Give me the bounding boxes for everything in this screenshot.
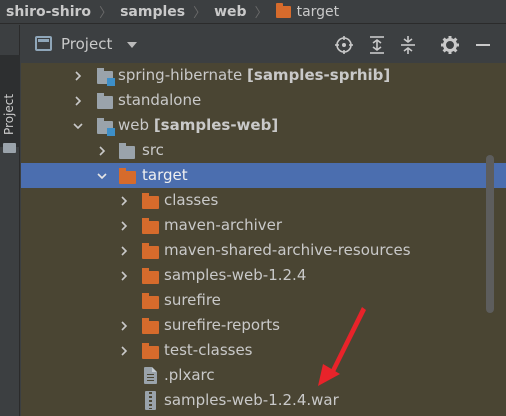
annotation-arrow-icon bbox=[318, 307, 366, 386]
ide-window: shiro-shiro 〉 samples 〉 web 〉 target Pro… bbox=[0, 0, 506, 416]
